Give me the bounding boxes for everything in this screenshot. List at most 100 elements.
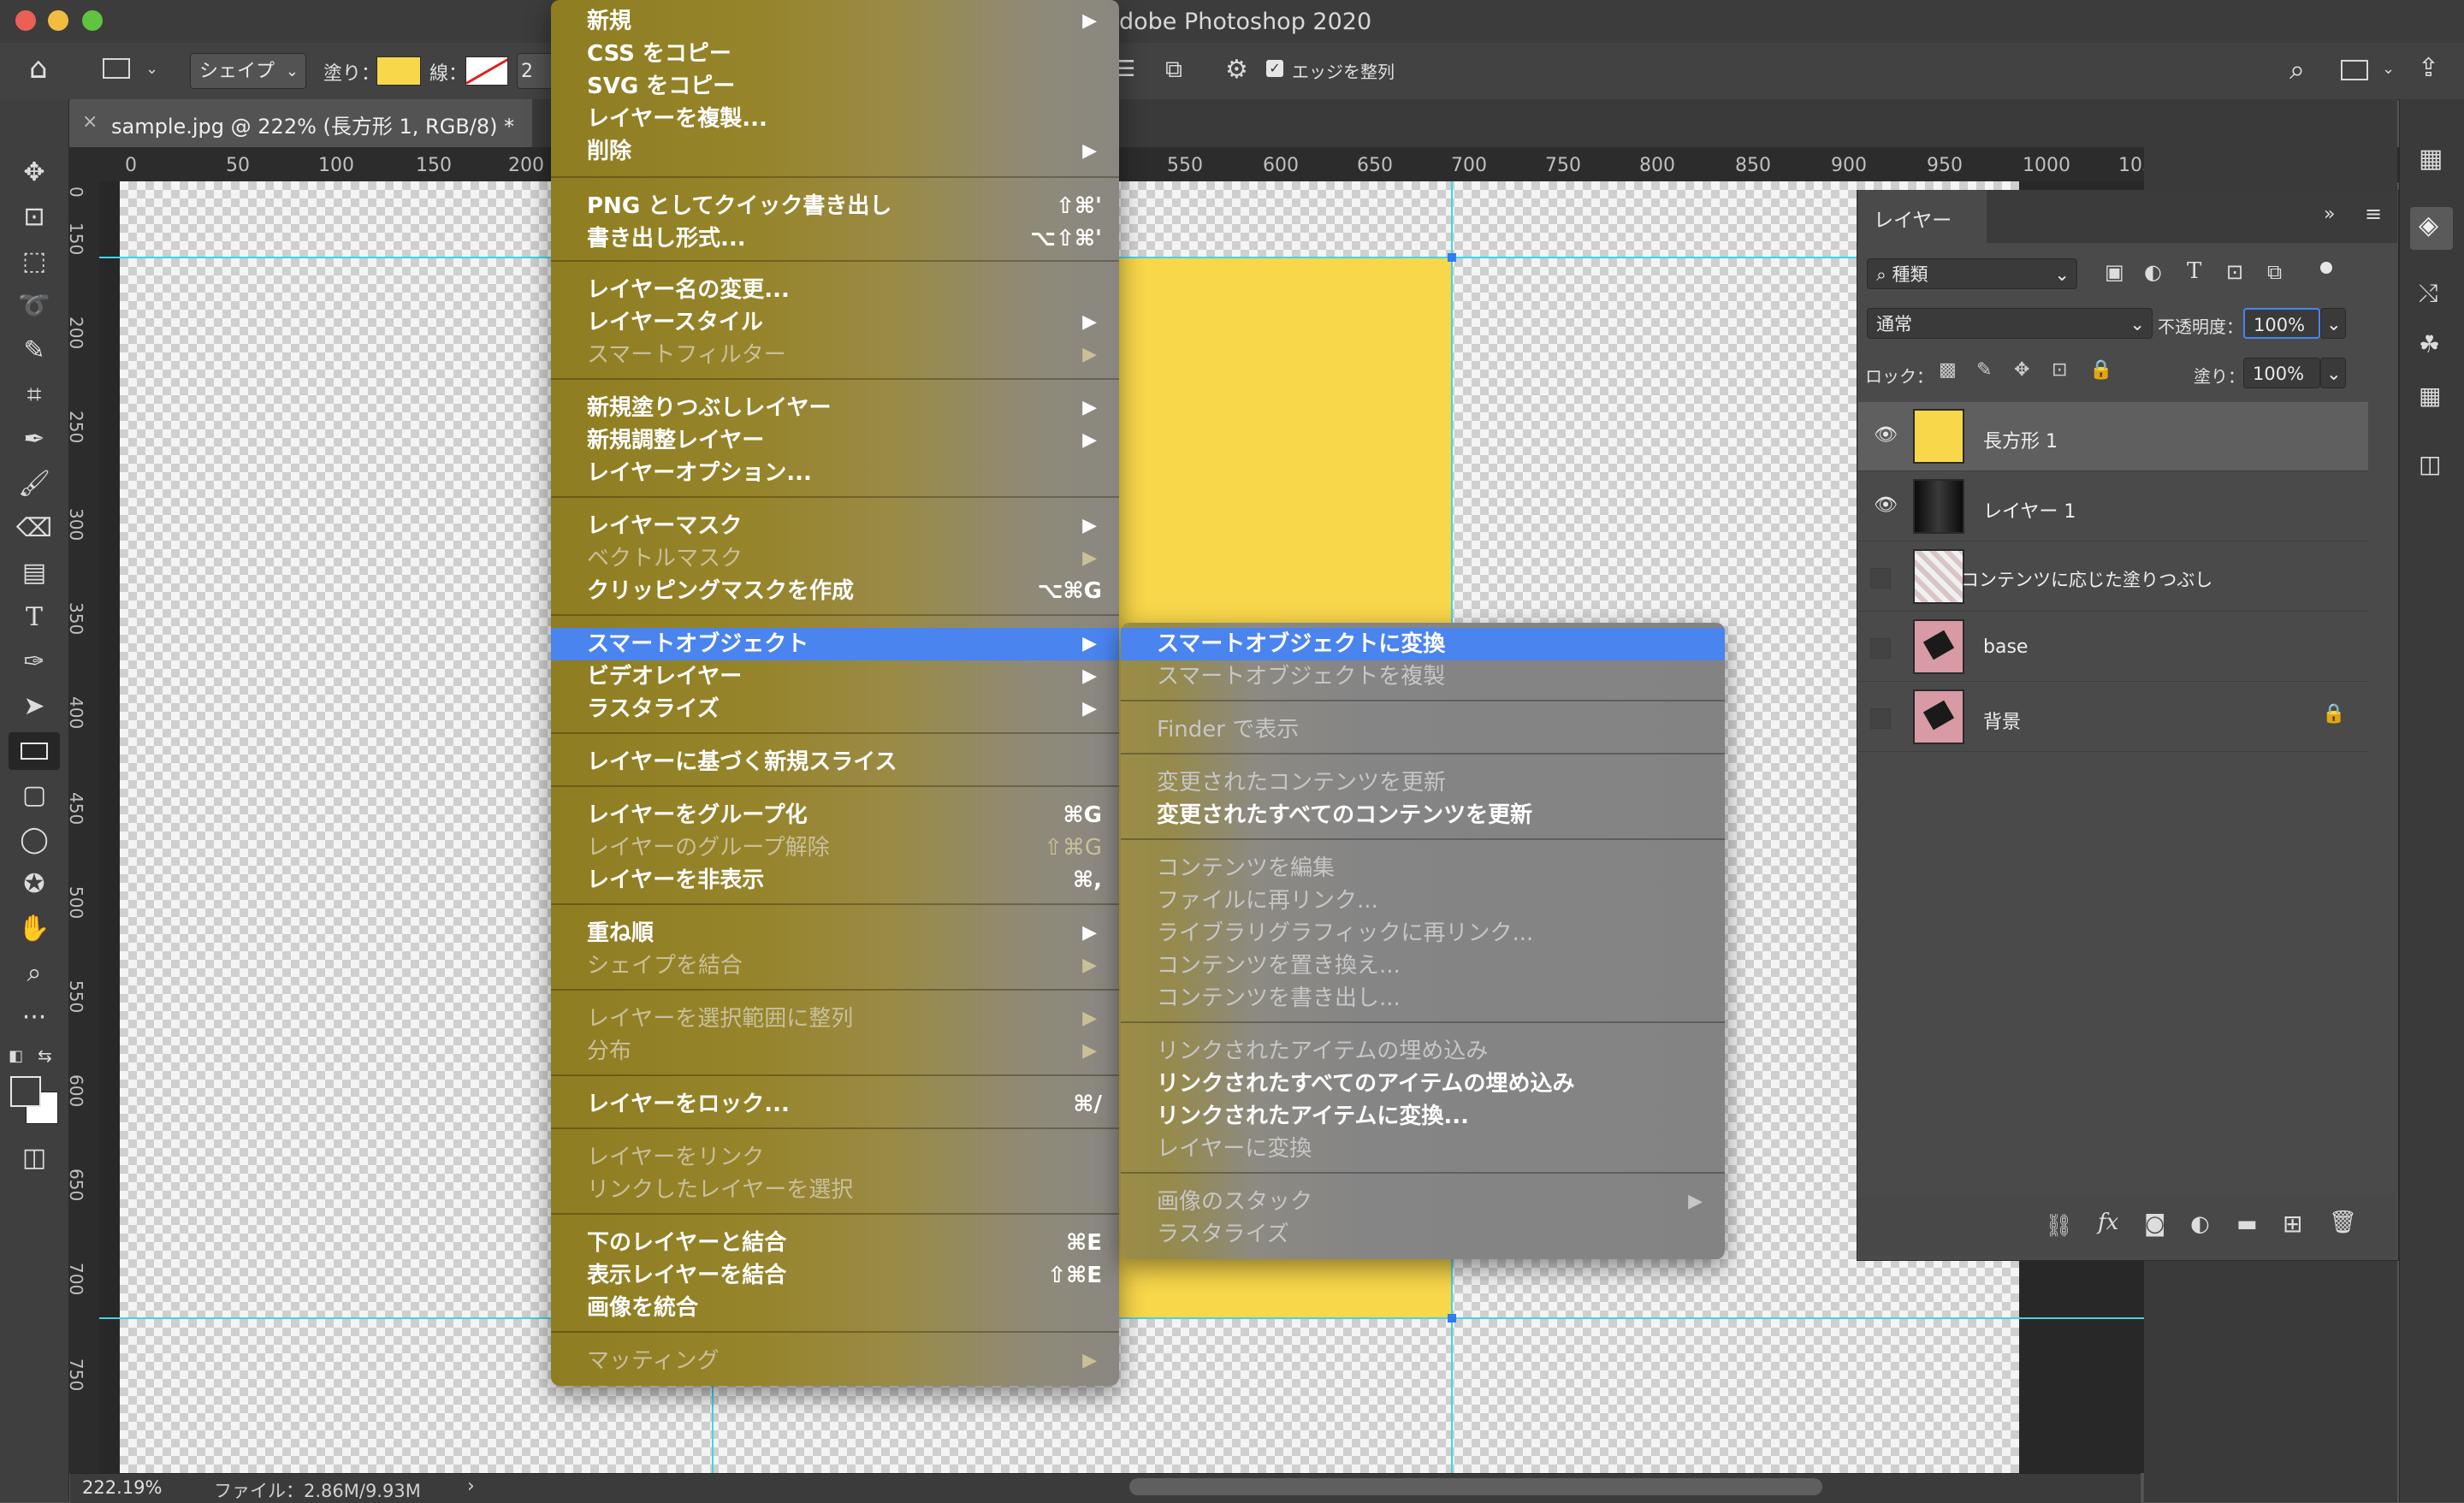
more-tools-icon[interactable]: ··· (15, 999, 53, 1037)
properties-icon[interactable]: ▦ (2419, 144, 2443, 174)
collapse-panel-icon[interactable]: » (2324, 204, 2335, 225)
menu-item[interactable]: レイヤーのグループ解除 ⇧⌘G (551, 831, 1119, 864)
menu-item[interactable]: 表示レイヤーを結合 ⇧⌘E (551, 1259, 1119, 1292)
submenu-item[interactable]: スマートオブジェクトを複製 (1121, 660, 1725, 693)
status-menu-arrow[interactable]: › (467, 1476, 475, 1497)
filter-smart-object-icon[interactable]: ⧉ (2267, 260, 2282, 284)
lasso-tool-icon[interactable]: ➰ (15, 287, 53, 325)
submenu-item[interactable]: スマートオブジェクトに変換 (1121, 628, 1725, 660)
menu-item[interactable]: 新規 ▶ (551, 5, 1119, 38)
filter-shape-icon[interactable]: ⊡ (2226, 260, 2243, 284)
chevron-down-icon[interactable]: ⌄ (2382, 60, 2395, 78)
lock-transparent-icon[interactable]: ▩ (1939, 359, 1957, 381)
quick-selection-tool-icon[interactable]: ✎ (15, 332, 53, 370)
libraries-icon[interactable]: ◫ (2419, 450, 2441, 478)
menu-item[interactable]: クリッピングマスクを作成 ⌥⌘G (551, 575, 1119, 607)
menu-item[interactable]: レイヤーをグループ化 ⌘G (551, 799, 1119, 831)
ellipse-tool-icon[interactable]: ◯ (15, 821, 53, 859)
submenu-item[interactable]: コンテンツを編集 (1121, 852, 1725, 885)
fill-color-swatch[interactable] (376, 56, 421, 86)
eraser-tool-icon[interactable]: ⌫ (15, 510, 53, 547)
new-layer-icon[interactable]: ⊞ (2283, 1210, 2302, 1238)
menu-item[interactable]: 新規調整レイヤー ▶ (551, 424, 1119, 457)
layers-panel-button[interactable]: ◈ (2410, 207, 2453, 250)
menu-item[interactable]: ビデオレイヤー ▶ (551, 660, 1119, 693)
close-window-button[interactable] (15, 10, 36, 31)
menu-item[interactable]: レイヤースタイル ▶ (551, 306, 1119, 339)
marquee-tool-icon[interactable]: ⬚ (15, 243, 53, 281)
color-icon[interactable]: ☘ (2419, 330, 2440, 358)
ruler-origin[interactable] (68, 147, 99, 181)
hand-tool-icon[interactable]: ✋ (15, 910, 53, 948)
blend-mode-select[interactable]: 通常 ⌄ (1867, 308, 2153, 339)
layer-style-icon[interactable]: fx (2098, 1210, 2118, 1235)
swatches-icon[interactable]: ▦ (2419, 382, 2441, 410)
gear-icon[interactable]: ⚙ (1225, 55, 1248, 85)
rounded-rectangle-tool-icon[interactable]: ▢ (15, 777, 53, 814)
close-icon[interactable]: × (82, 111, 98, 133)
menu-item[interactable]: CSS をコピー (551, 38, 1119, 70)
move-tool-icon[interactable]: ✥ (15, 154, 53, 192)
search-icon[interactable]: ⌕ (2289, 53, 2305, 86)
submenu-item[interactable]: リンクされたすべてのアイテムの埋め込み (1121, 1068, 1725, 1100)
opacity-dropdown[interactable]: ⌄ (2320, 308, 2346, 339)
menu-item[interactable]: レイヤーをロック... ⌘/ (551, 1088, 1119, 1121)
submenu-item[interactable]: 変更されたコンテンツを更新 (1121, 766, 1725, 799)
fill-field[interactable]: 100% (2243, 358, 2320, 388)
lock-position-icon[interactable]: ✥ (2014, 359, 2029, 381)
submenu-item[interactable]: レイヤーに変換 (1121, 1133, 1725, 1165)
type-tool-icon[interactable]: T (15, 599, 53, 636)
pen-tool-icon[interactable]: ✑ (15, 643, 53, 681)
zoom-level[interactable]: 222.19% (82, 1477, 162, 1498)
filter-toggle-icon[interactable] (2320, 262, 2332, 274)
menu-item[interactable]: ベクトルマスク ▶ (551, 542, 1119, 575)
visibility-toggle-off[interactable] (1870, 568, 1891, 589)
share-icon[interactable]: ⇪ (2418, 53, 2439, 83)
minimize-window-button[interactable] (48, 10, 68, 31)
filter-type-icon[interactable]: T (2187, 258, 2201, 284)
submenu-item[interactable]: ファイルに再リンク... (1121, 885, 1725, 917)
custom-shape-tool-icon[interactable]: ✪ (15, 866, 53, 903)
delete-layer-icon[interactable]: 🗑 (2329, 1210, 2357, 1235)
add-mask-icon[interactable]: ◙ (2144, 1211, 2165, 1237)
submenu-item[interactable]: 変更されたすべてのコンテンツを更新 (1121, 799, 1725, 831)
visibility-toggle-off[interactable] (1870, 708, 1891, 729)
menu-item[interactable]: 下のレイヤーと結合 ⌘E (551, 1227, 1119, 1259)
rectangle-tool-active[interactable] (9, 732, 60, 770)
menu-item[interactable]: 画像を統合 (551, 1292, 1119, 1324)
tool-mode-select[interactable]: シェイプ ⌄ (190, 53, 306, 89)
guide-horizontal[interactable] (99, 1317, 2392, 1319)
menu-item[interactable]: 新規塗りつぶしレイヤー ▶ (551, 392, 1119, 424)
menu-item[interactable]: マッティング ▶ (551, 1345, 1119, 1377)
visibility-toggle-off[interactable] (1870, 638, 1891, 659)
submenu-item[interactable]: リンクされたアイテムに変換... (1121, 1100, 1725, 1133)
menu-item[interactable]: シェイプを結合 ▶ (551, 950, 1119, 982)
menu-item[interactable]: スマートオブジェクト ▶ (551, 628, 1119, 660)
align-edges-checkbox[interactable]: ✓ (1266, 60, 1283, 77)
menu-item[interactable]: レイヤーオプション... (551, 457, 1119, 489)
layer-filter-select[interactable]: ⌕ 種類 ⌄ (1867, 258, 2077, 289)
submenu-item[interactable]: コンテンツを書き出し... (1121, 982, 1725, 1015)
zoom-window-button[interactable] (82, 10, 103, 31)
menu-item[interactable]: 書き出し形式... ⌥⇧⌘' (551, 222, 1119, 255)
menu-item[interactable]: レイヤーに基づく新規スライス (551, 746, 1119, 778)
submenu-item[interactable]: コンテンツを置き換え... (1121, 950, 1725, 982)
horizontal-scrollbar[interactable] (1129, 1478, 1822, 1495)
lock-paint-icon[interactable]: ✎ (1976, 359, 1992, 381)
new-adjustment-layer-icon[interactable]: ◐ (2190, 1211, 2210, 1237)
menu-item[interactable]: SVG をコピー (551, 70, 1119, 103)
stroke-color-swatch[interactable] (465, 56, 508, 86)
menu-item[interactable]: レイヤー名の変更... (551, 274, 1119, 306)
zoom-tool-icon[interactable]: ⌕ (15, 955, 53, 992)
submenu-item[interactable]: ライブラリグラフィックに再リンク... (1121, 917, 1725, 950)
stroke-width-field[interactable]: 2 p (517, 53, 553, 118)
chevron-down-icon[interactable]: ⌄ (145, 60, 158, 78)
menu-item[interactable]: スマートフィルター ▶ (551, 339, 1119, 371)
filter-pixel-icon[interactable]: ▣ (2105, 260, 2124, 284)
fill-dropdown[interactable]: ⌄ (2320, 358, 2346, 388)
artboard-tool-icon[interactable]: ⊡ (15, 198, 53, 236)
rectangle-tool-preset-icon[interactable] (103, 58, 130, 79)
submenu-item[interactable]: リンクされたアイテムの埋め込み (1121, 1035, 1725, 1068)
transform-handle[interactable] (1448, 1314, 1456, 1323)
new-group-icon[interactable]: ▬ (2236, 1211, 2258, 1237)
